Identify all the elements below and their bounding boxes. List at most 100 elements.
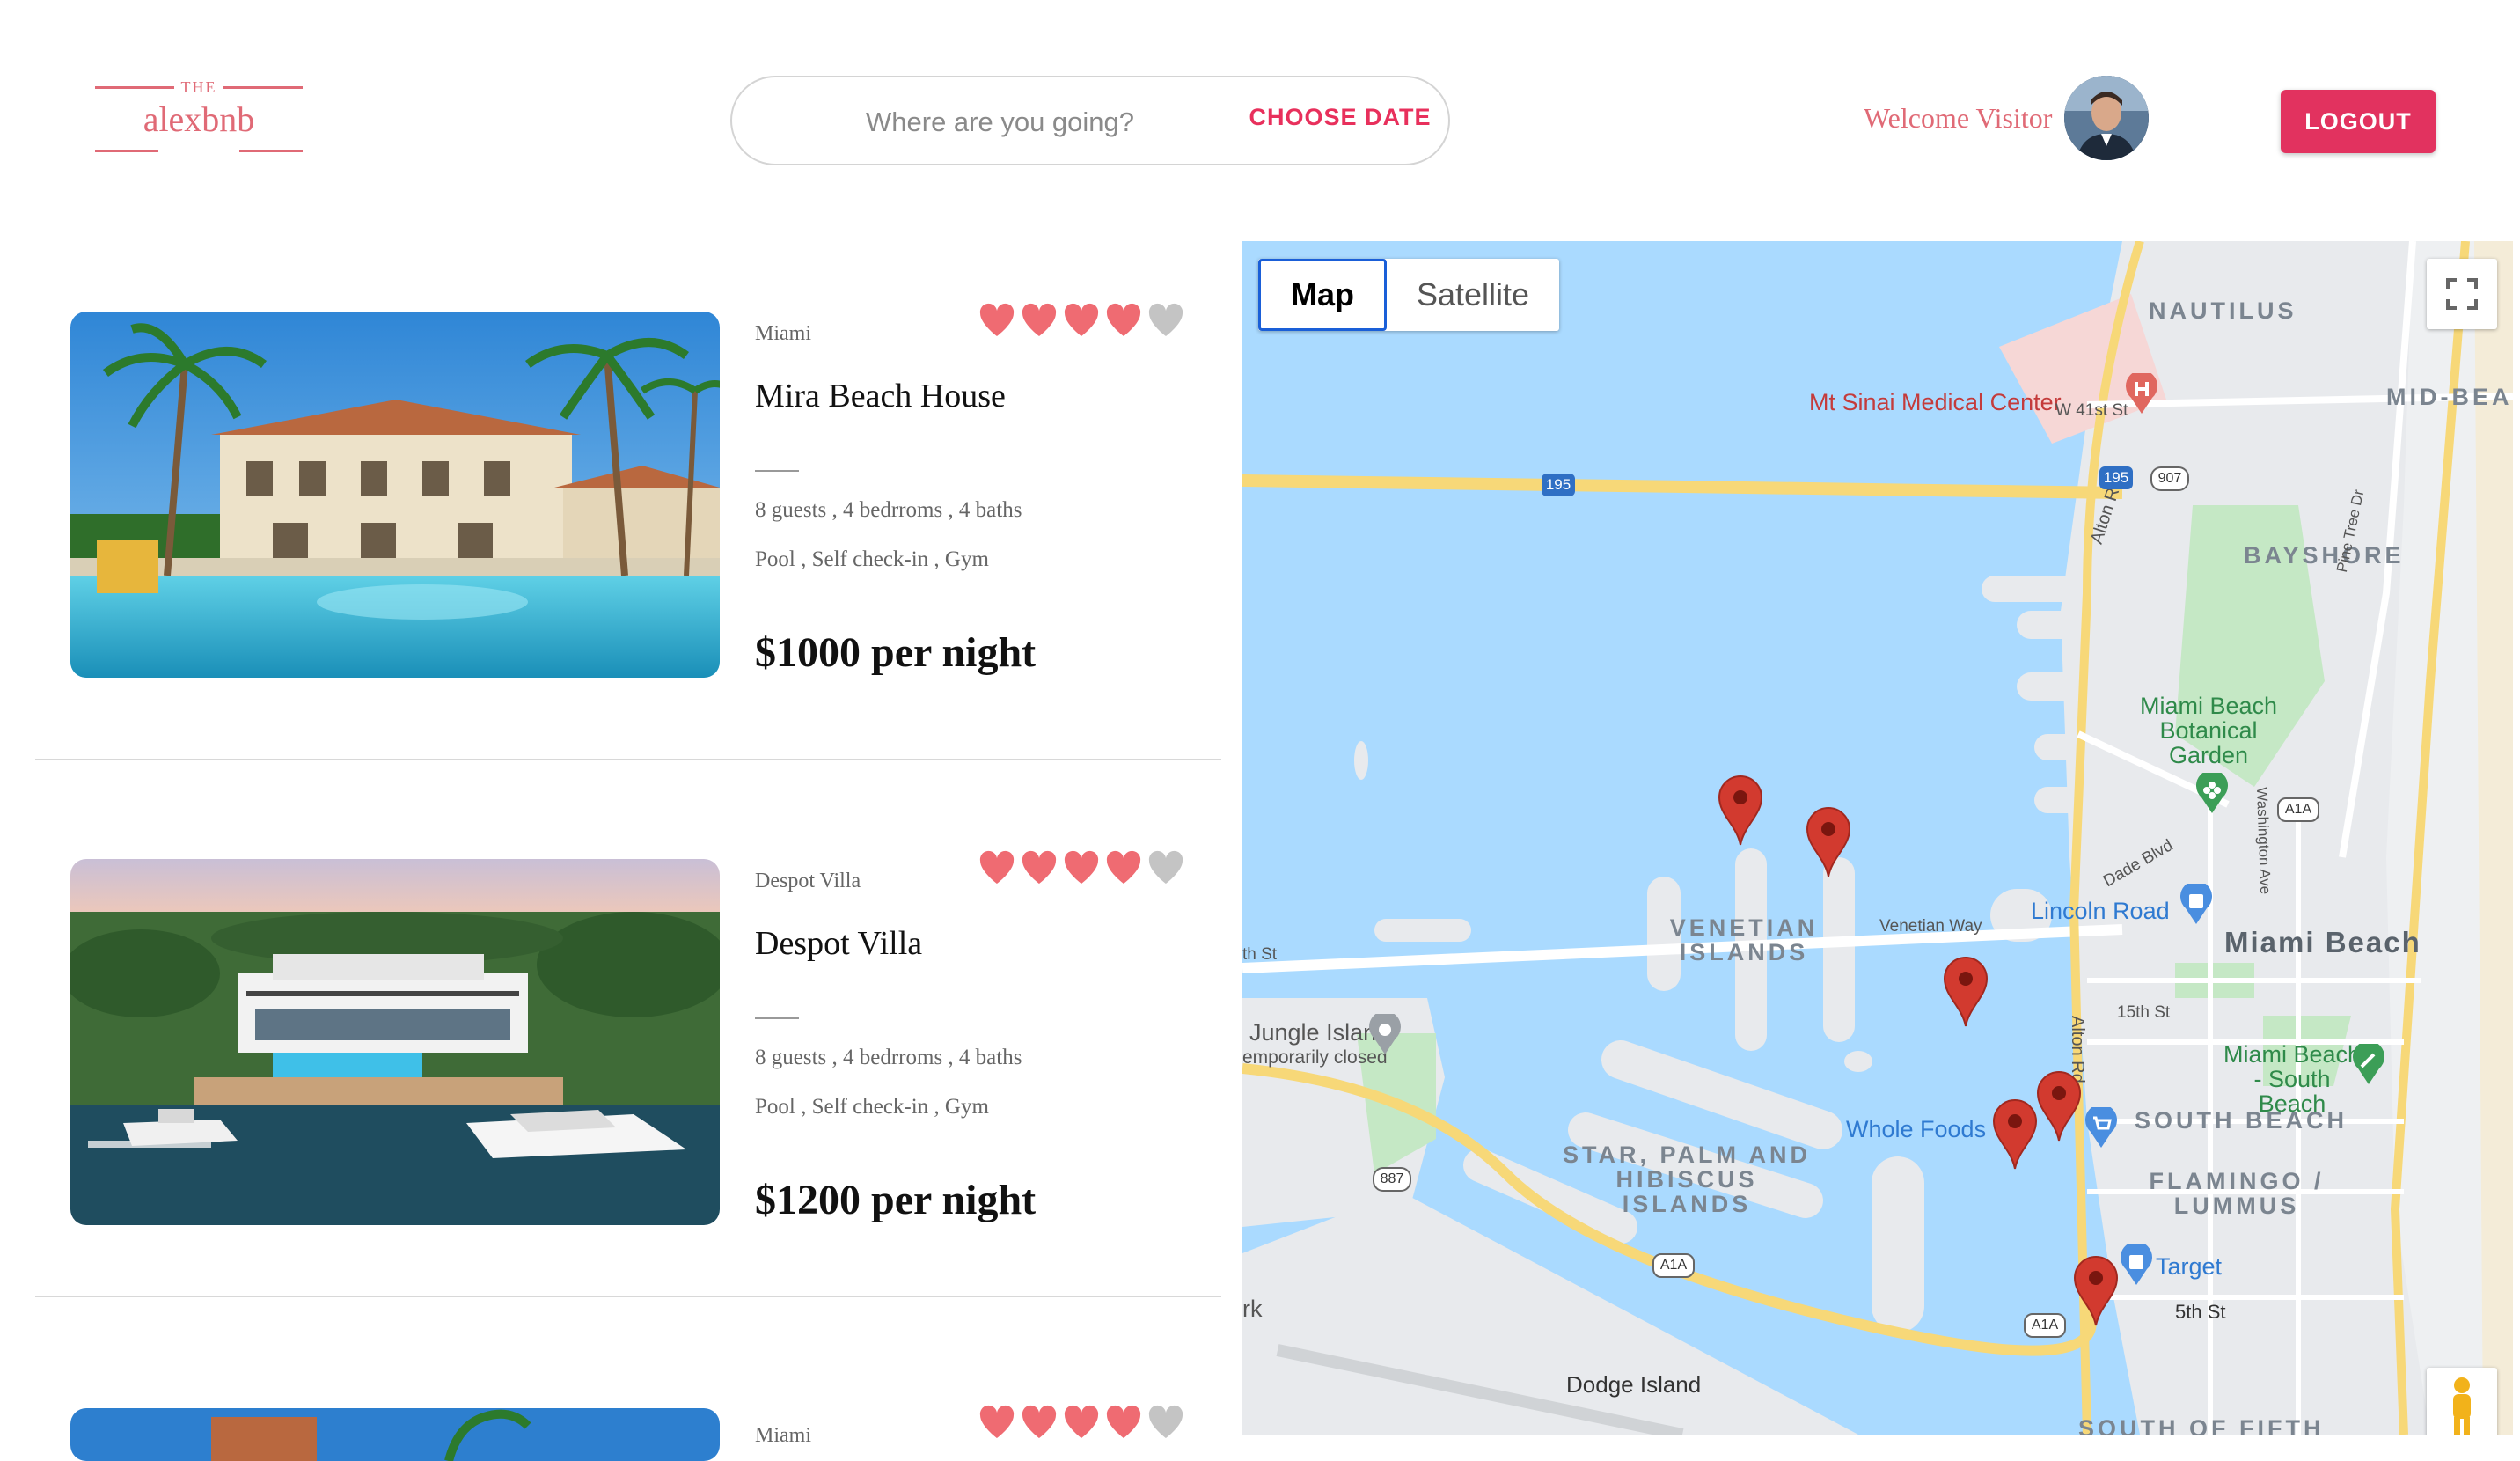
listing-card[interactable]: Miami xyxy=(35,1405,1221,1461)
map-label-dodge-island: Dodge Island xyxy=(1566,1371,1702,1398)
closed-poi-icon[interactable] xyxy=(1367,1014,1403,1056)
heart-filled-icon xyxy=(1106,1405,1141,1438)
listing-city: Miami xyxy=(755,1424,811,1447)
map-label-washington-ave: Washington Ave xyxy=(2253,787,2275,895)
listing-photo[interactable] xyxy=(70,859,720,1225)
heart-filled-icon xyxy=(1106,850,1141,884)
shopping-cart-icon[interactable] xyxy=(2084,1107,2119,1149)
heart-empty-icon xyxy=(1148,850,1183,884)
map-label-lincoln-road[interactable]: Lincoln Road xyxy=(2031,898,2170,925)
a1a-shield: A1A xyxy=(2024,1313,2066,1338)
avatar[interactable] xyxy=(2064,76,2149,160)
map-label-15th-st: 15th St xyxy=(2117,1003,2171,1022)
map-label-5th-st: 5th St xyxy=(2175,1301,2226,1323)
logo[interactable]: THE alexbnb xyxy=(95,77,303,157)
listing-card[interactable]: Miami Mira Beach House 8 guests , 4 bedr… xyxy=(35,303,1221,760)
heart-filled-icon xyxy=(1064,303,1099,336)
map[interactable]: NAUTILUS MID-BEA Mt Sinai Medical Center… xyxy=(1242,241,2513,1435)
garden-icon[interactable] xyxy=(2194,773,2230,815)
title-underline xyxy=(755,470,799,472)
map-label-whole-foods[interactable]: Whole Foods xyxy=(1846,1116,1986,1143)
listing-details: 8 guests , 4 bedrroms , 4 baths xyxy=(755,498,1022,522)
map-canvas[interactable] xyxy=(1242,241,2513,1435)
map-label-bayshore: BAYSHORE xyxy=(2244,542,2405,569)
listing-pin-marker[interactable] xyxy=(2071,1253,2121,1327)
listing-photo[interactable] xyxy=(70,1408,720,1461)
logo-rule xyxy=(95,150,158,152)
heart-filled-icon xyxy=(1064,850,1099,884)
listing-title[interactable]: Mira Beach House xyxy=(755,377,1006,415)
logout-button[interactable]: LOGOUT xyxy=(2281,90,2436,153)
heart-empty-icon xyxy=(1148,303,1183,336)
logo-rule xyxy=(239,150,303,152)
map-label-nautilus: NAUTILUS xyxy=(2149,297,2297,324)
map-label-south-beach: SOUTH BEACH xyxy=(2135,1107,2348,1134)
map-label-mt-sinai[interactable]: Mt Sinai Medical Center xyxy=(1809,389,2062,416)
map-label-west-st: th St xyxy=(1242,945,1278,964)
listing-pin-marker[interactable] xyxy=(1716,773,1765,847)
a1a-shield: A1A xyxy=(2277,797,2319,822)
heart-filled-icon xyxy=(1022,850,1057,884)
listing-pin-marker[interactable] xyxy=(1990,1097,2040,1171)
park-icon[interactable] xyxy=(2351,1044,2386,1086)
listing-details: 8 guests , 4 bedrroms , 4 baths xyxy=(755,1046,1022,1069)
heart-filled-icon xyxy=(979,1405,1015,1438)
map-label-w41st: W 41st St xyxy=(2055,401,2128,420)
listing-photo-image xyxy=(70,1408,720,1461)
logo-rule xyxy=(223,86,303,89)
heart-filled-icon xyxy=(979,850,1015,884)
map-tab[interactable]: Map xyxy=(1258,259,1387,331)
map-label-south-beach-park[interactable]: Miami Beach - South Beach xyxy=(2217,1042,2367,1116)
heart-filled-icon xyxy=(1064,1405,1099,1438)
listing-card[interactable]: Despot Villa Despot Villa 8 guests , 4 b… xyxy=(35,850,1221,1297)
search-bar: CHOOSE DATE xyxy=(730,76,1450,165)
map-label-target[interactable]: Target xyxy=(2156,1253,2222,1281)
pegman-icon xyxy=(2453,1377,2471,1435)
listing-divider xyxy=(35,1296,1221,1297)
listing-city: Miami xyxy=(755,322,811,345)
heart-filled-icon xyxy=(1106,303,1141,336)
listing-divider xyxy=(35,759,1221,760)
map-label-miami-beach: Miami Beach xyxy=(2224,926,2421,958)
map-label-venetian-way: Venetian Way xyxy=(1879,917,1982,936)
a1a-shield: A1A xyxy=(1652,1253,1695,1278)
shopping-bag-icon[interactable] xyxy=(2179,884,2214,926)
map-label-venetian-islands: VENETIAN ISLANDS xyxy=(1669,914,1819,965)
interstate-195-shield: 195 xyxy=(2099,466,2133,489)
route-907-shield: 907 xyxy=(2150,466,2189,491)
rating-hearts xyxy=(978,303,1184,338)
avatar-image xyxy=(2064,76,2149,160)
heart-filled-icon xyxy=(1022,303,1057,336)
heart-empty-icon xyxy=(1148,1405,1183,1438)
fullscreen-button[interactable] xyxy=(2427,259,2497,329)
listing-pin-marker[interactable] xyxy=(1804,804,1853,878)
map-label-park-partial: rk xyxy=(1242,1296,1263,1322)
route-887-shield: 887 xyxy=(1373,1167,1411,1192)
map-label-botanical-garden[interactable]: Miami Beach Botanical Garden xyxy=(2129,694,2288,767)
fullscreen-icon xyxy=(2446,278,2478,310)
listing-pin-marker[interactable] xyxy=(2034,1068,2084,1142)
listing-pin-marker[interactable] xyxy=(1941,954,1990,1028)
listing-photo-image xyxy=(70,859,720,1225)
map-label-south-of-fifth: SOUTH OF FIFTH xyxy=(2078,1415,2325,1435)
shopping-bag-icon[interactable] xyxy=(2119,1244,2154,1287)
listing-title[interactable]: Despot Villa xyxy=(755,924,922,963)
satellite-tab[interactable]: Satellite xyxy=(1387,259,1559,331)
heart-filled-icon xyxy=(1022,1405,1057,1438)
choose-date-button[interactable]: CHOOSE DATE xyxy=(1248,104,1432,131)
listing-price: $1200 per night xyxy=(755,1177,1037,1223)
listing-photo[interactable] xyxy=(70,312,720,678)
welcome-text: Welcome Visitor xyxy=(1864,102,2053,134)
map-type-control: Map Satellite xyxy=(1258,259,1560,331)
listing-price: $1000 per night xyxy=(755,629,1037,676)
hospital-icon[interactable] xyxy=(2124,373,2159,415)
street-view-button[interactable] xyxy=(2427,1368,2497,1435)
listing-amenities: Pool , Self check-in , Gym xyxy=(755,1095,989,1119)
listing-city: Despot Villa xyxy=(755,870,861,892)
rating-hearts xyxy=(978,850,1184,885)
heart-filled-icon xyxy=(979,303,1015,336)
map-label-flamingo-lummus: FLAMINGO / LUMMUS xyxy=(2149,1168,2325,1219)
search-input[interactable] xyxy=(864,99,1202,146)
map-label-mid-beach: MID-BEA xyxy=(2386,384,2513,410)
map-label-temporarily-closed: emporarily closed xyxy=(1242,1047,1388,1068)
